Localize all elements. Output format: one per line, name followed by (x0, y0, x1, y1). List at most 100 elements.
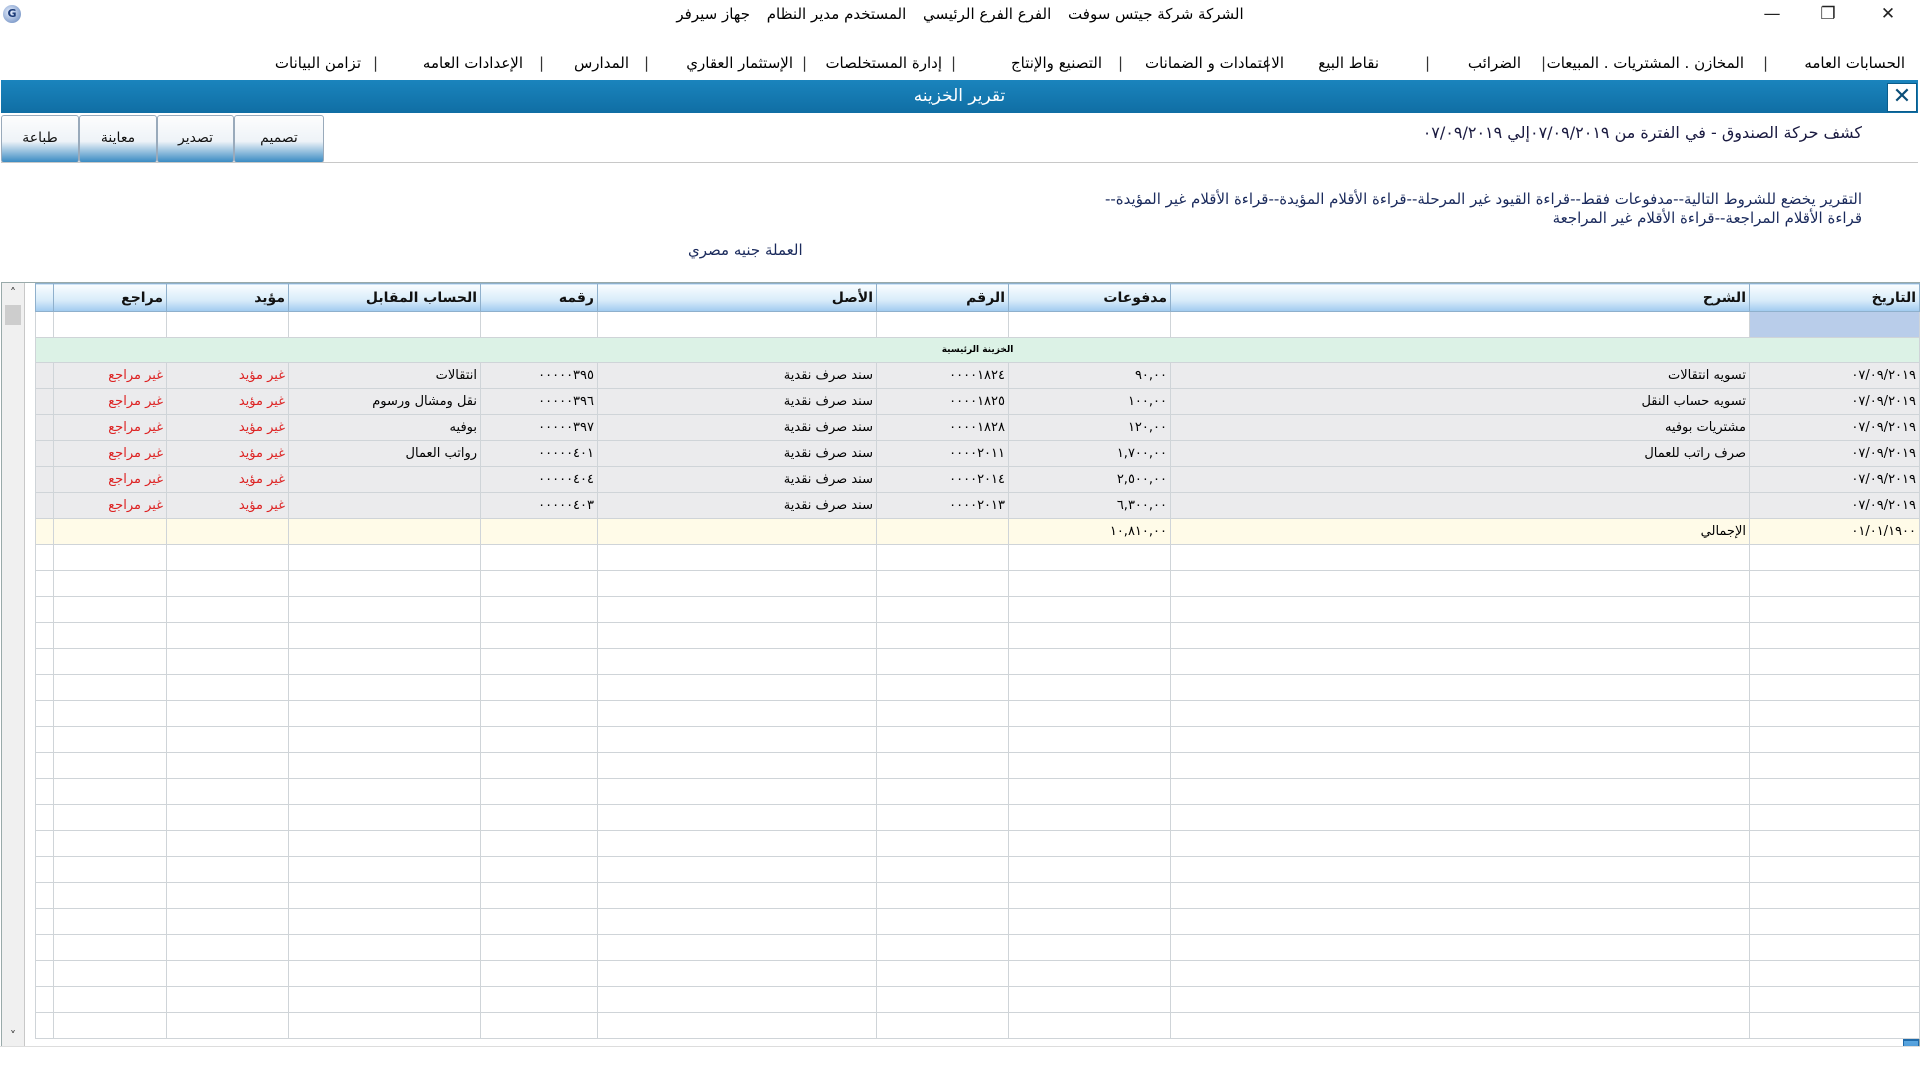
menu-data-sync[interactable]: تزامن البيانات (275, 54, 361, 72)
empty-cell (1749, 622, 1920, 649)
print-button[interactable]: طباعة (1, 115, 79, 163)
col-counter-account[interactable]: الحساب المقابل (288, 283, 481, 312)
empty-cell (480, 570, 598, 597)
group-row[interactable]: الخزينة الرئيسية (35, 337, 1920, 363)
filter-cell[interactable] (166, 311, 289, 338)
report-title: كشف حركة الصندوق - في الفترة من ٠٧/٠٩/٢٠… (1422, 123, 1862, 142)
empty-cell (288, 674, 481, 701)
empty-cell (53, 570, 167, 597)
menu-credits-guarantees[interactable]: الاعتمادات و الضمانات (1145, 54, 1284, 72)
menu-manufacturing[interactable]: التصنيع والإنتاج (1011, 54, 1102, 72)
scroll-up-icon[interactable]: ˄ (2, 283, 24, 303)
empty-row[interactable] (35, 778, 1920, 805)
menu-extracts-management[interactable]: إدارة المستخلصات (825, 54, 942, 72)
empty-cell (35, 960, 54, 987)
col-date[interactable]: التاريخ (1749, 283, 1920, 312)
empty-cell (876, 986, 1009, 1013)
minimize-button[interactable]: — (1749, 0, 1795, 30)
menu-general-accounts[interactable]: الحسابات العامه (1804, 54, 1905, 72)
empty-row[interactable] (35, 596, 1920, 623)
menu-pos[interactable]: نقاط البيع (1318, 54, 1379, 72)
empty-row[interactable] (35, 752, 1920, 779)
filter-cell[interactable] (1170, 311, 1750, 338)
col-approved[interactable]: مؤيد (166, 283, 289, 312)
cell-payments: ٦,٣٠٠,٠٠ (1008, 492, 1171, 519)
filter-cell[interactable] (876, 311, 1009, 338)
filter-cell[interactable] (480, 311, 598, 338)
table-row[interactable]: ٠٧/٠٩/٢٠١٩ تسويه انتقالات ٩٠,٠٠ ٠٠٠٠١٨٢٤ سند… (35, 362, 1920, 389)
col-number[interactable]: الرقم (876, 283, 1009, 312)
restore-button[interactable]: ❐ (1805, 0, 1851, 30)
table-row[interactable]: ٠٧/٠٩/٢٠١٩ صرف راتب للعمال ١,٧٠٠,٠٠ ٠٠٠٠٢٠١… (35, 440, 1920, 467)
empty-cell (1749, 648, 1920, 675)
empty-cell (53, 856, 167, 883)
empty-cell (288, 700, 481, 727)
filter-cell[interactable] (1008, 311, 1171, 338)
empty-row[interactable] (35, 882, 1920, 909)
col-ref[interactable]: رقمه (480, 283, 598, 312)
filter-cell[interactable] (53, 311, 167, 338)
empty-cell (166, 544, 289, 571)
menu-separator: | (950, 54, 956, 72)
empty-row[interactable] (35, 648, 1920, 675)
report-close-button[interactable]: ✕ (1887, 83, 1917, 112)
col-origin[interactable]: الأصل (597, 283, 877, 312)
preview-button[interactable]: معاينة (79, 115, 157, 163)
empty-row[interactable] (35, 1012, 1920, 1039)
empty-row[interactable] (35, 544, 1920, 571)
empty-row[interactable] (35, 986, 1920, 1013)
table-header-row: التاريخ الشرح مدفوعات الرقم الأصل رقمه ا… (35, 283, 1920, 312)
scroll-down-icon[interactable]: ˅ (2, 1026, 24, 1046)
filter-cell-date[interactable] (1749, 311, 1920, 338)
empty-cell (288, 856, 481, 883)
empty-cell (1008, 544, 1171, 571)
design-button[interactable]: تصميم (234, 115, 324, 163)
cell-description: مشتريات بوفيه (1170, 414, 1750, 441)
empty-cell (1749, 856, 1920, 883)
table-row[interactable]: ٠٧/٠٩/٢٠١٩ ٢,٥٠٠,٠٠ ٠٠٠٠٢٠١٤ سند صرف نقدية ٠… (35, 466, 1920, 493)
empty-cell (1008, 830, 1171, 857)
cell-number: ٠٠٠٠٢٠١٤ (876, 466, 1009, 493)
total-row[interactable]: ٠١/٠١/١٩٠٠ الإجمالي ١٠,٨١٠,٠٠ (35, 518, 1920, 545)
cell-date: ٠٧/٠٩/٢٠١٩ (1749, 362, 1920, 389)
cell-reviewed: غير مراجع (53, 388, 167, 415)
empty-row[interactable] (35, 830, 1920, 857)
empty-row[interactable] (35, 960, 1920, 987)
table-row[interactable]: ٠٧/٠٩/٢٠١٩ ٦,٣٠٠,٠٠ ٠٠٠٠٢٠١٣ سند صرف نقدية ٠… (35, 492, 1920, 519)
table-row[interactable]: ٠٧/٠٩/٢٠١٩ مشتريات بوفيه ١٢٠,٠٠ ٠٠٠٠١٨٢٨ سند… (35, 414, 1920, 441)
empty-cell (480, 622, 598, 649)
empty-row[interactable] (35, 856, 1920, 883)
empty-row[interactable] (35, 804, 1920, 831)
window-close-button[interactable]: ✕ (1865, 0, 1911, 30)
vertical-scrollbar[interactable]: ˄ ˅ (2, 283, 25, 1046)
title-device: جهاز سيرفر (676, 5, 750, 23)
menu-taxes[interactable]: الضرائب (1468, 54, 1521, 72)
empty-row[interactable] (35, 700, 1920, 727)
scroll-thumb[interactable] (5, 305, 21, 325)
empty-cell (288, 622, 481, 649)
menu-real-estate[interactable]: الإستثمار العقاري (686, 54, 793, 72)
col-reviewed[interactable]: مراجع (53, 283, 167, 312)
empty-row[interactable] (35, 570, 1920, 597)
empty-cell (1008, 960, 1171, 987)
table-row[interactable]: ٠٧/٠٩/٢٠١٩ تسويه حساب النقل ١٠٠,٠٠ ٠٠٠٠١٨٢٥… (35, 388, 1920, 415)
empty-cell (288, 934, 481, 961)
empty-row[interactable] (35, 934, 1920, 961)
menu-stores-purchases-sales[interactable]: المخازن . المشتريات . المبيعات (1547, 54, 1744, 72)
col-payments[interactable]: مدفوعات (1008, 283, 1171, 312)
menu-general-settings[interactable]: الإعدادات العامه (423, 54, 523, 72)
col-description[interactable]: الشرح (1170, 283, 1750, 312)
empty-cell (597, 882, 877, 909)
menu-schools[interactable]: المدارس (574, 54, 629, 72)
report-grid: ˄ ˅ التاريخ الشرح مدفوعات الرقم الأصل رق… (1, 282, 1920, 1066)
filter-cell[interactable] (597, 311, 877, 338)
empty-row[interactable] (35, 674, 1920, 701)
empty-row[interactable] (35, 726, 1920, 753)
cell-number: ٠٠٠٠١٨٢٨ (876, 414, 1009, 441)
empty-row[interactable] (35, 908, 1920, 935)
export-button[interactable]: تصدير (157, 115, 234, 163)
filter-cell[interactable] (288, 311, 481, 338)
cell-ref: ٠٠٠٠٠٤٠١ (480, 440, 598, 467)
empty-row[interactable] (35, 622, 1920, 649)
empty-cell (53, 674, 167, 701)
